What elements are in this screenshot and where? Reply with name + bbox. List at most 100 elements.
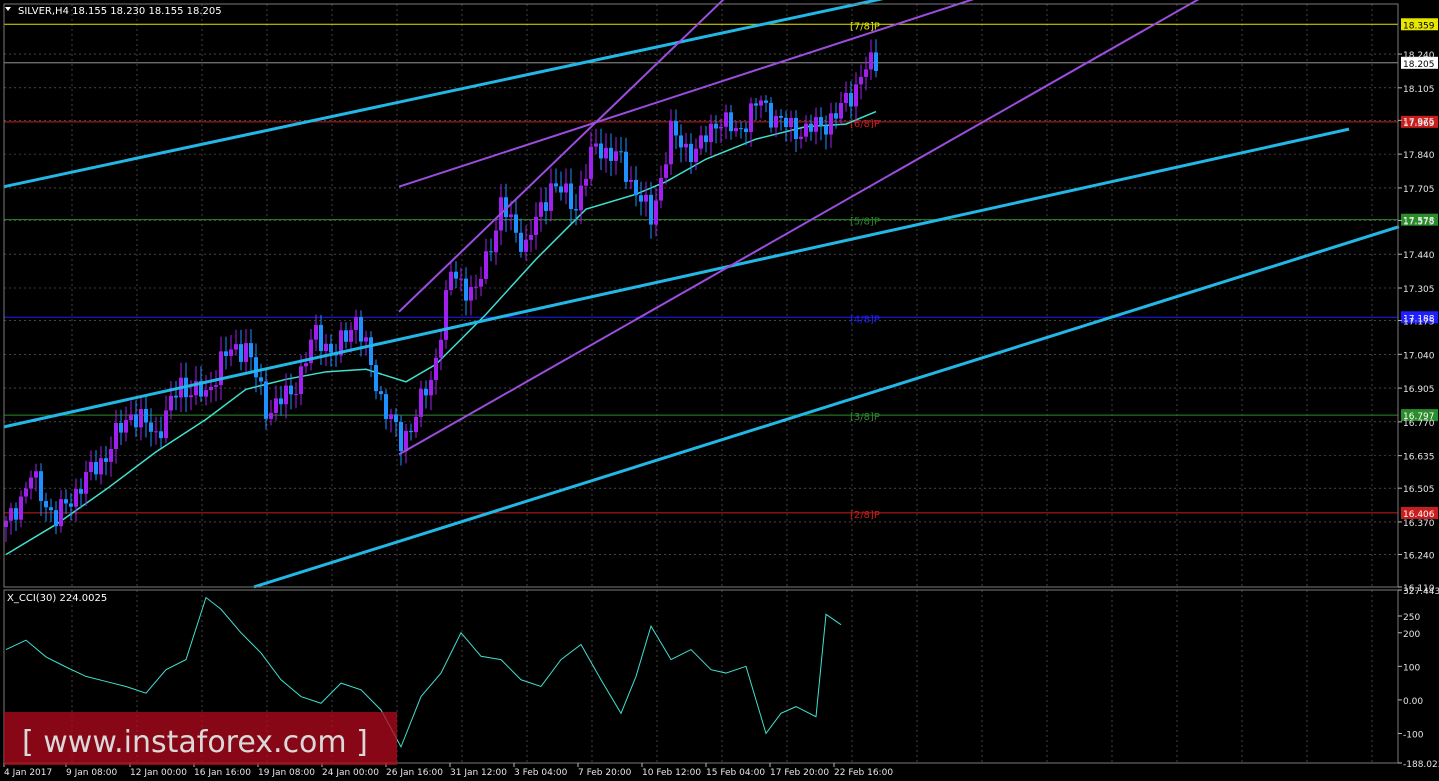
grid bbox=[4, 4, 1398, 763]
candle-body bbox=[459, 278, 463, 280]
candle-body bbox=[379, 391, 383, 395]
candle-body bbox=[274, 398, 278, 413]
candle-body bbox=[709, 123, 713, 143]
candle-body bbox=[454, 271, 458, 279]
candle-body bbox=[154, 431, 158, 433]
candle-body bbox=[69, 503, 73, 507]
candle-body bbox=[724, 112, 728, 127]
cci-tick-label: -188.023 bbox=[1403, 760, 1439, 770]
candle-body bbox=[549, 183, 553, 211]
candle-body bbox=[494, 230, 498, 253]
candle-body bbox=[44, 501, 48, 508]
x-tick-label: 3 Feb 04:00 bbox=[514, 768, 568, 778]
candle-body bbox=[804, 123, 808, 137]
candle-body bbox=[569, 183, 573, 210]
candle-body bbox=[624, 151, 628, 182]
candle-body bbox=[109, 448, 113, 462]
x-tick-label: 26 Jan 16:00 bbox=[386, 768, 443, 778]
candle-body bbox=[374, 365, 378, 392]
candles bbox=[4, 39, 878, 542]
x-tick-label: 31 Jan 12:00 bbox=[450, 768, 507, 778]
candle-body bbox=[619, 151, 623, 153]
y-tick-label: 16.770 bbox=[1403, 419, 1435, 429]
candle-body bbox=[429, 379, 433, 396]
level-label: [5/8]P bbox=[850, 217, 880, 228]
candle-body bbox=[749, 103, 753, 133]
x-tick-label: 16 Jan 16:00 bbox=[194, 768, 251, 778]
y-tick-label: 17.305 bbox=[1403, 285, 1435, 295]
candle-body bbox=[104, 458, 108, 462]
candle-body bbox=[4, 520, 8, 527]
x-tick-label: 22 Feb 16:00 bbox=[834, 768, 893, 778]
candle-body bbox=[304, 363, 308, 367]
candle-body bbox=[489, 251, 493, 253]
menu-arrow-icon[interactable] bbox=[5, 7, 11, 11]
candle-body bbox=[634, 179, 638, 196]
candle-body bbox=[519, 232, 523, 252]
candle-body bbox=[414, 416, 418, 433]
candle-body bbox=[444, 290, 448, 340]
candle-body bbox=[254, 357, 258, 378]
candle-body bbox=[149, 422, 153, 432]
candle-body bbox=[409, 430, 413, 433]
candle-body bbox=[534, 216, 538, 235]
y-tick-label: 17.705 bbox=[1403, 185, 1435, 195]
y-tick-label: 16.635 bbox=[1403, 453, 1435, 463]
candle-body bbox=[189, 395, 193, 398]
x-tick-label: 12 Jan 00:00 bbox=[130, 768, 187, 778]
level-price-label: 18.359 bbox=[1403, 21, 1435, 31]
x-tick-label: 15 Feb 04:00 bbox=[706, 768, 765, 778]
candle-body bbox=[464, 278, 468, 301]
candle-body bbox=[819, 117, 823, 126]
candle-body bbox=[279, 398, 283, 405]
candle-body bbox=[809, 123, 813, 132]
candle-body bbox=[579, 185, 583, 211]
chart-canvas: [7/8]P 18.359[6/8]P 17.969[5/8]P 17.578[4/8… bbox=[3, 0, 1439, 778]
candle-body bbox=[849, 92, 853, 107]
candle-body bbox=[469, 287, 473, 301]
x-tick-label: 19 Jan 08:00 bbox=[258, 768, 315, 778]
candle-body bbox=[644, 194, 648, 202]
candle-body bbox=[34, 471, 38, 478]
candle-body bbox=[674, 121, 678, 136]
candle-body bbox=[854, 84, 858, 107]
cci-tick-label: 250 bbox=[1403, 613, 1420, 623]
candle-body bbox=[404, 430, 408, 452]
candle-body bbox=[869, 52, 873, 70]
y-tick-label: 17.440 bbox=[1403, 251, 1435, 261]
candle-body bbox=[764, 100, 768, 103]
candle-body bbox=[754, 103, 758, 106]
candle-body bbox=[389, 414, 393, 420]
candle-body bbox=[694, 148, 698, 162]
candle-body bbox=[14, 508, 18, 520]
candle-body bbox=[664, 164, 668, 178]
candle-body bbox=[19, 496, 23, 520]
y-tick-label: 16.905 bbox=[1403, 385, 1435, 395]
candle-body bbox=[214, 385, 218, 387]
cci-tick-label: 327.4432 bbox=[1403, 587, 1439, 597]
candle-body bbox=[324, 343, 328, 352]
candle-body bbox=[609, 147, 613, 161]
candle-body bbox=[24, 488, 28, 497]
candle-body bbox=[419, 388, 423, 417]
candle-body bbox=[814, 117, 818, 132]
candle-body bbox=[174, 395, 178, 398]
cci-tick-label: 200 bbox=[1403, 630, 1420, 640]
channel-lower bbox=[398, 0, 1200, 456]
candle-body bbox=[769, 102, 773, 128]
cci-tick-label: 100 bbox=[1403, 663, 1420, 673]
y-tick-label: 17.575 bbox=[1403, 217, 1435, 227]
candle-body bbox=[539, 202, 543, 217]
candle-body bbox=[829, 113, 833, 135]
x-tick-label: 7 Feb 20:00 bbox=[578, 768, 632, 778]
candle-body bbox=[159, 431, 163, 439]
x-tick-label: 24 Jan 00:00 bbox=[322, 768, 379, 778]
candle-body bbox=[774, 115, 778, 128]
y-tick-label: 18.240 bbox=[1403, 51, 1435, 61]
candle-body bbox=[824, 125, 828, 135]
watermark-text: [ www.instaforex.com ] bbox=[22, 725, 368, 760]
candle-body bbox=[59, 499, 63, 527]
candle-body bbox=[449, 271, 453, 291]
level-label: [4/8]P bbox=[850, 314, 880, 325]
candle-body bbox=[564, 183, 568, 193]
